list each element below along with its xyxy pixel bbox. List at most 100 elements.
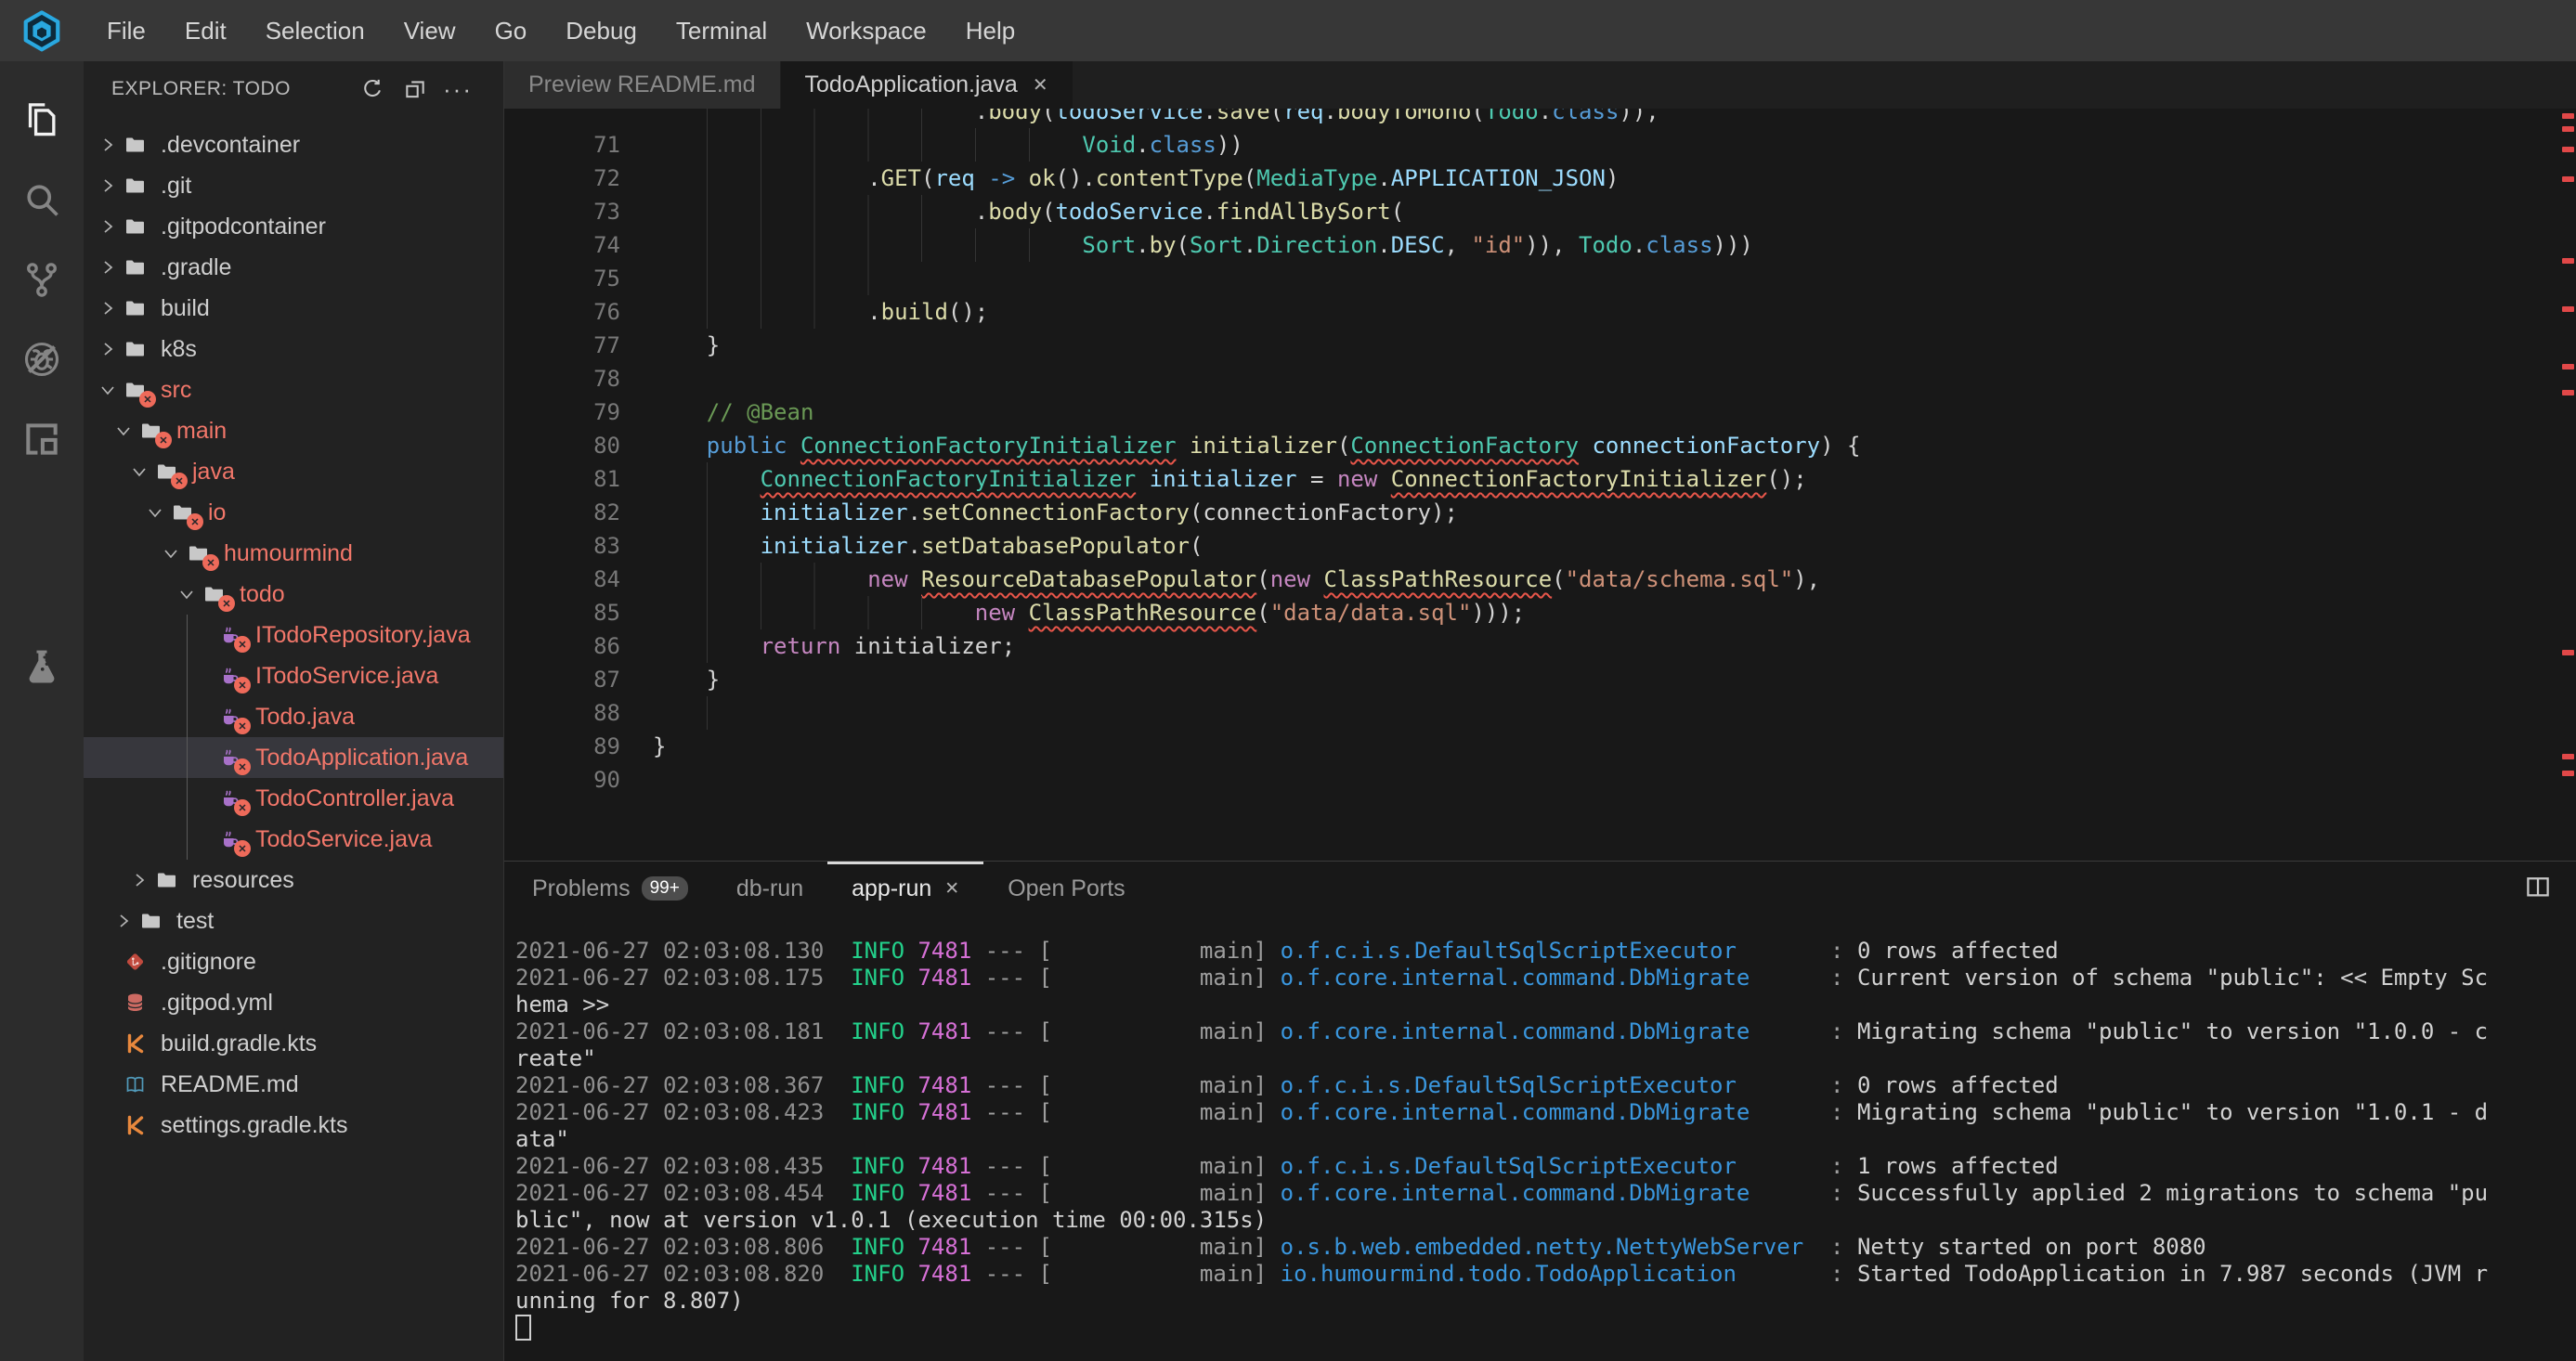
terminal-text: :	[1817, 938, 1857, 964]
code-token: class	[1646, 232, 1712, 258]
tree-item-label: main	[176, 418, 227, 445]
java-icon	[217, 787, 242, 810]
terminal-row: 2021-06-27 02:03:08.423 INFO 7481 --- [ …	[515, 1099, 2576, 1126]
tree-item-itodorepository-java[interactable]: ITodoRepository.java	[84, 615, 504, 655]
code-token: (	[1243, 165, 1256, 191]
tree-item-gitignore[interactable]: .gitignore	[84, 941, 504, 982]
indent-guides	[707, 228, 1031, 262]
terminal-text: --- [ main]	[985, 1234, 1281, 1260]
terminal-output[interactable]: 2021-06-27 02:03:08.130 INFO 7481 --- [ …	[515, 938, 2576, 1361]
code-token: (	[1552, 566, 1565, 592]
tree-item-gitpod-yml[interactable]: .gitpod.yml	[84, 982, 504, 1023]
tree-item-java[interactable]: java	[84, 451, 504, 492]
tree-item-devcontainer[interactable]: .devcontainer	[84, 124, 504, 165]
menu-terminal[interactable]: Terminal	[676, 17, 767, 45]
terminal-text: 7481	[917, 1099, 984, 1125]
menu-workspace[interactable]: Workspace	[806, 17, 927, 45]
chevron-down-icon	[162, 543, 184, 564]
sidebar-divider[interactable]	[503, 61, 504, 1361]
tree-item-resources[interactable]: resources	[84, 860, 504, 901]
close-icon[interactable]: ✕	[944, 878, 959, 900]
menu-selection[interactable]: Selection	[266, 17, 365, 45]
code-token: findAllBySort	[1216, 199, 1391, 225]
tree-item-main[interactable]: main	[84, 410, 504, 451]
tree-item-readme-md[interactable]: README.md	[84, 1064, 504, 1105]
panel-tab-app-run[interactable]: app-run✕	[827, 862, 983, 915]
tree-item-todoservice-java[interactable]: TodoService.java	[84, 819, 504, 860]
java-icon	[217, 706, 242, 728]
menu-help[interactable]: Help	[966, 17, 1015, 45]
tab-todoapplication-java[interactable]: TodoApplication.java✕	[781, 61, 1073, 109]
explorer-sidebar: EXPLORER: TODO ··· .devcontainer.git.git…	[84, 61, 504, 1361]
folder-icon	[186, 542, 211, 564]
tree-item-itodoservice-java[interactable]: ITodoService.java	[84, 655, 504, 696]
terminal-text: 7481	[917, 965, 984, 991]
debug-disabled-icon[interactable]	[0, 319, 84, 399]
chevron-right-icon	[98, 339, 121, 359]
tree-item-build-gradle-kts[interactable]: build.gradle.kts	[84, 1023, 504, 1064]
tree-item-src[interactable]: src	[84, 369, 504, 410]
terminal-text: 7481	[917, 1153, 984, 1179]
tree-item-humourmind[interactable]: humourmind	[84, 533, 504, 574]
test-flask-icon[interactable]	[0, 628, 84, 707]
tree-item-io[interactable]: io	[84, 492, 504, 533]
split-panel-icon[interactable]	[2524, 873, 2552, 901]
tree-item-k8s[interactable]: k8s	[84, 329, 504, 369]
panel-tab-db-run[interactable]: db-run	[712, 862, 827, 915]
code-token: todoService	[1055, 109, 1203, 124]
indent-whitespace	[653, 399, 707, 425]
tree-item-todo-java[interactable]: Todo.java	[84, 696, 504, 737]
menu-edit[interactable]: Edit	[185, 17, 227, 45]
panel-tab-open-ports[interactable]: Open Ports	[983, 862, 1149, 915]
chevron-right-icon	[98, 216, 121, 237]
menu-debug[interactable]: Debug	[566, 17, 637, 45]
tree-item-todocontroller-java[interactable]: TodoController.java	[84, 778, 504, 819]
tree-item-build[interactable]: build	[84, 288, 504, 329]
terminal-text: hema >>	[515, 992, 609, 1018]
code-token: Sort	[1082, 232, 1136, 258]
code-text: Sort.by(Sort.Direction.DESC, "id")), Tod…	[653, 228, 1753, 262]
indent-spacer	[193, 788, 215, 809]
indent-spacer	[98, 1074, 121, 1095]
menu-view[interactable]: View	[404, 17, 456, 45]
editor-layout-icon[interactable]	[0, 399, 84, 479]
tree-item-todo[interactable]: todo	[84, 574, 504, 615]
tree-item-todoapplication-java[interactable]: TodoApplication.java	[84, 737, 504, 778]
files-icon[interactable]	[0, 80, 84, 160]
code-token: (	[1042, 109, 1055, 124]
terminal-text: Netty started on port 8080	[1857, 1234, 2206, 1260]
menu-file[interactable]: File	[107, 17, 146, 45]
collapse-all-icon[interactable]	[402, 76, 428, 102]
menu-go[interactable]: Go	[495, 17, 527, 45]
gitpod-logo[interactable]	[0, 0, 84, 61]
refresh-icon[interactable]	[359, 76, 385, 102]
code-line-72: 72 .GET(req -> ok().contentType(MediaTyp…	[504, 162, 2576, 195]
close-icon[interactable]: ✕	[1033, 73, 1048, 97]
code-token: save	[1216, 109, 1270, 124]
code-token	[840, 633, 853, 659]
panel-tab-problems[interactable]: Problems99+	[508, 862, 712, 915]
tree-item-git[interactable]: .git	[84, 165, 504, 206]
terminal-text: o.f.c.i.s.DefaultSqlScriptExecutor	[1281, 1153, 1817, 1179]
line-number: 86	[504, 629, 620, 663]
source-control-icon[interactable]	[0, 240, 84, 319]
code-token: ().	[1056, 165, 1096, 191]
terminal-text: o.f.core.internal.command.DbMigrate	[1281, 965, 1817, 991]
tree-item-settings-gradle-kts[interactable]: settings.gradle.kts	[84, 1105, 504, 1146]
more-actions-icon[interactable]: ···	[445, 76, 471, 102]
tree-item-test[interactable]: test	[84, 901, 504, 941]
code-token: .	[867, 165, 880, 191]
book-icon	[123, 1073, 148, 1095]
terminal-text: INFO	[851, 1018, 917, 1044]
code-token: ConnectionFactory	[1350, 433, 1579, 459]
search-icon[interactable]	[0, 160, 84, 240]
tab-preview-readme-md[interactable]: Preview README.md	[504, 61, 780, 109]
tree-item-gradle[interactable]: .gradle	[84, 247, 504, 288]
code-line-70: 70 .body(todoService.save(req.bodyToMono…	[504, 109, 2576, 128]
line-number: 78	[504, 362, 620, 395]
indent-guides	[707, 563, 816, 596]
tree-item-gitpodcontainer[interactable]: .gitpodcontainer	[84, 206, 504, 247]
terminal-text: 7481	[917, 1180, 984, 1206]
error-ruler-mark	[2562, 364, 2574, 369]
code-editor[interactable]: 70 .body(todoService.save(req.bodyToMono…	[504, 109, 2576, 861]
